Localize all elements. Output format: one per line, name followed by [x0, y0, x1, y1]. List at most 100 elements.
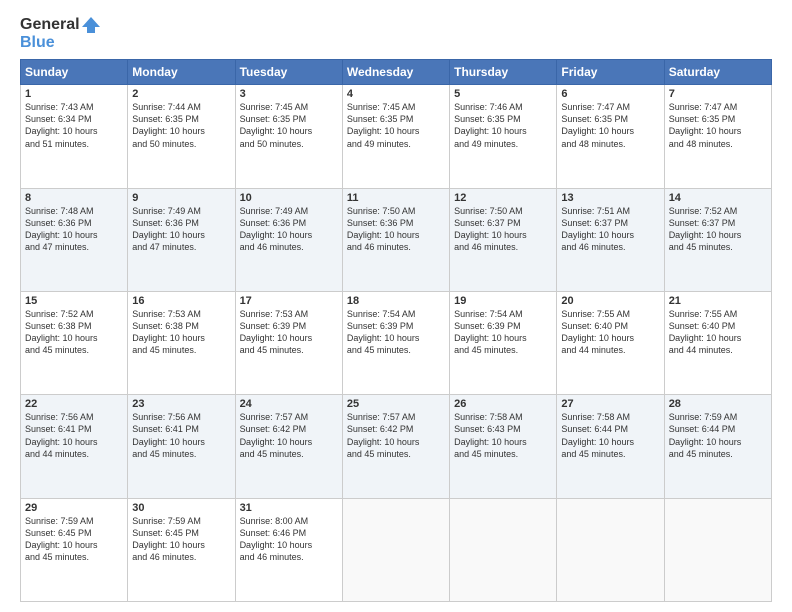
week-row-3: 15Sunrise: 7:52 AM Sunset: 6:38 PM Dayli…	[21, 291, 772, 394]
calendar-cell: 9Sunrise: 7:49 AM Sunset: 6:36 PM Daylig…	[128, 188, 235, 291]
day-number: 30	[132, 502, 230, 514]
days-of-week-row: SundayMondayTuesdayWednesdayThursdayFrid…	[21, 60, 772, 85]
calendar-cell: 20Sunrise: 7:55 AM Sunset: 6:40 PM Dayli…	[557, 291, 664, 394]
calendar-cell: 31Sunrise: 8:00 AM Sunset: 6:46 PM Dayli…	[235, 498, 342, 601]
day-info: Sunrise: 7:58 AM Sunset: 6:44 PM Dayligh…	[561, 411, 659, 460]
calendar-cell: 17Sunrise: 7:53 AM Sunset: 6:39 PM Dayli…	[235, 291, 342, 394]
calendar-cell: 23Sunrise: 7:56 AM Sunset: 6:41 PM Dayli…	[128, 395, 235, 498]
day-info: Sunrise: 7:45 AM Sunset: 6:35 PM Dayligh…	[240, 101, 338, 150]
day-number: 4	[347, 88, 445, 100]
day-info: Sunrise: 7:57 AM Sunset: 6:42 PM Dayligh…	[240, 411, 338, 460]
day-number: 26	[454, 398, 552, 410]
day-info: Sunrise: 7:51 AM Sunset: 6:37 PM Dayligh…	[561, 205, 659, 254]
day-number: 2	[132, 88, 230, 100]
week-row-2: 8Sunrise: 7:48 AM Sunset: 6:36 PM Daylig…	[21, 188, 772, 291]
day-info: Sunrise: 7:43 AM Sunset: 6:34 PM Dayligh…	[25, 101, 123, 150]
day-number: 5	[454, 88, 552, 100]
calendar-cell: 25Sunrise: 7:57 AM Sunset: 6:42 PM Dayli…	[342, 395, 449, 498]
day-number: 31	[240, 502, 338, 514]
day-info: Sunrise: 7:44 AM Sunset: 6:35 PM Dayligh…	[132, 101, 230, 150]
calendar-cell	[342, 498, 449, 601]
day-info: Sunrise: 7:53 AM Sunset: 6:38 PM Dayligh…	[132, 308, 230, 357]
calendar-cell: 3Sunrise: 7:45 AM Sunset: 6:35 PM Daylig…	[235, 85, 342, 188]
calendar-cell	[664, 498, 771, 601]
dow-header-thursday: Thursday	[450, 60, 557, 85]
calendar-cell: 8Sunrise: 7:48 AM Sunset: 6:36 PM Daylig…	[21, 188, 128, 291]
calendar-cell: 24Sunrise: 7:57 AM Sunset: 6:42 PM Dayli…	[235, 395, 342, 498]
calendar-body: 1Sunrise: 7:43 AM Sunset: 6:34 PM Daylig…	[21, 85, 772, 602]
day-number: 16	[132, 295, 230, 307]
day-number: 24	[240, 398, 338, 410]
day-number: 29	[25, 502, 123, 514]
day-number: 10	[240, 192, 338, 204]
logo: General Blue	[20, 16, 100, 51]
day-number: 28	[669, 398, 767, 410]
day-info: Sunrise: 8:00 AM Sunset: 6:46 PM Dayligh…	[240, 515, 338, 564]
calendar-cell: 12Sunrise: 7:50 AM Sunset: 6:37 PM Dayli…	[450, 188, 557, 291]
day-number: 12	[454, 192, 552, 204]
day-number: 11	[347, 192, 445, 204]
week-row-4: 22Sunrise: 7:56 AM Sunset: 6:41 PM Dayli…	[21, 395, 772, 498]
dow-header-tuesday: Tuesday	[235, 60, 342, 85]
week-row-1: 1Sunrise: 7:43 AM Sunset: 6:34 PM Daylig…	[21, 85, 772, 188]
page: General Blue SundayMondayTuesdayWednesda…	[0, 0, 792, 612]
day-info: Sunrise: 7:56 AM Sunset: 6:41 PM Dayligh…	[25, 411, 123, 460]
day-number: 21	[669, 295, 767, 307]
day-info: Sunrise: 7:47 AM Sunset: 6:35 PM Dayligh…	[561, 101, 659, 150]
day-info: Sunrise: 7:45 AM Sunset: 6:35 PM Dayligh…	[347, 101, 445, 150]
calendar-cell: 5Sunrise: 7:46 AM Sunset: 6:35 PM Daylig…	[450, 85, 557, 188]
calendar-cell	[450, 498, 557, 601]
day-number: 25	[347, 398, 445, 410]
calendar-cell: 2Sunrise: 7:44 AM Sunset: 6:35 PM Daylig…	[128, 85, 235, 188]
calendar-cell: 30Sunrise: 7:59 AM Sunset: 6:45 PM Dayli…	[128, 498, 235, 601]
calendar-cell: 21Sunrise: 7:55 AM Sunset: 6:40 PM Dayli…	[664, 291, 771, 394]
dow-header-friday: Friday	[557, 60, 664, 85]
calendar-cell: 16Sunrise: 7:53 AM Sunset: 6:38 PM Dayli…	[128, 291, 235, 394]
day-info: Sunrise: 7:49 AM Sunset: 6:36 PM Dayligh…	[132, 205, 230, 254]
day-info: Sunrise: 7:56 AM Sunset: 6:41 PM Dayligh…	[132, 411, 230, 460]
day-info: Sunrise: 7:52 AM Sunset: 6:37 PM Dayligh…	[669, 205, 767, 254]
calendar-table: SundayMondayTuesdayWednesdayThursdayFrid…	[20, 59, 772, 602]
day-number: 19	[454, 295, 552, 307]
day-info: Sunrise: 7:46 AM Sunset: 6:35 PM Dayligh…	[454, 101, 552, 150]
day-number: 6	[561, 88, 659, 100]
day-info: Sunrise: 7:59 AM Sunset: 6:45 PM Dayligh…	[132, 515, 230, 564]
calendar-cell: 14Sunrise: 7:52 AM Sunset: 6:37 PM Dayli…	[664, 188, 771, 291]
day-info: Sunrise: 7:50 AM Sunset: 6:36 PM Dayligh…	[347, 205, 445, 254]
calendar-cell: 11Sunrise: 7:50 AM Sunset: 6:36 PM Dayli…	[342, 188, 449, 291]
day-number: 20	[561, 295, 659, 307]
calendar-cell	[557, 498, 664, 601]
day-number: 22	[25, 398, 123, 410]
day-info: Sunrise: 7:55 AM Sunset: 6:40 PM Dayligh…	[561, 308, 659, 357]
day-info: Sunrise: 7:57 AM Sunset: 6:42 PM Dayligh…	[347, 411, 445, 460]
day-number: 8	[25, 192, 123, 204]
day-number: 27	[561, 398, 659, 410]
day-info: Sunrise: 7:52 AM Sunset: 6:38 PM Dayligh…	[25, 308, 123, 357]
day-number: 9	[132, 192, 230, 204]
calendar-cell: 4Sunrise: 7:45 AM Sunset: 6:35 PM Daylig…	[342, 85, 449, 188]
day-number: 7	[669, 88, 767, 100]
dow-header-monday: Monday	[128, 60, 235, 85]
day-info: Sunrise: 7:59 AM Sunset: 6:44 PM Dayligh…	[669, 411, 767, 460]
calendar-cell: 27Sunrise: 7:58 AM Sunset: 6:44 PM Dayli…	[557, 395, 664, 498]
calendar-cell: 29Sunrise: 7:59 AM Sunset: 6:45 PM Dayli…	[21, 498, 128, 601]
day-number: 1	[25, 88, 123, 100]
calendar-cell: 19Sunrise: 7:54 AM Sunset: 6:39 PM Dayli…	[450, 291, 557, 394]
calendar-cell: 7Sunrise: 7:47 AM Sunset: 6:35 PM Daylig…	[664, 85, 771, 188]
day-number: 23	[132, 398, 230, 410]
day-number: 3	[240, 88, 338, 100]
day-info: Sunrise: 7:53 AM Sunset: 6:39 PM Dayligh…	[240, 308, 338, 357]
day-info: Sunrise: 7:47 AM Sunset: 6:35 PM Dayligh…	[669, 101, 767, 150]
calendar-cell: 10Sunrise: 7:49 AM Sunset: 6:36 PM Dayli…	[235, 188, 342, 291]
calendar-cell: 28Sunrise: 7:59 AM Sunset: 6:44 PM Dayli…	[664, 395, 771, 498]
calendar-cell: 6Sunrise: 7:47 AM Sunset: 6:35 PM Daylig…	[557, 85, 664, 188]
week-row-5: 29Sunrise: 7:59 AM Sunset: 6:45 PM Dayli…	[21, 498, 772, 601]
day-info: Sunrise: 7:50 AM Sunset: 6:37 PM Dayligh…	[454, 205, 552, 254]
day-info: Sunrise: 7:58 AM Sunset: 6:43 PM Dayligh…	[454, 411, 552, 460]
day-info: Sunrise: 7:59 AM Sunset: 6:45 PM Dayligh…	[25, 515, 123, 564]
calendar-cell: 13Sunrise: 7:51 AM Sunset: 6:37 PM Dayli…	[557, 188, 664, 291]
day-number: 18	[347, 295, 445, 307]
calendar-cell: 18Sunrise: 7:54 AM Sunset: 6:39 PM Dayli…	[342, 291, 449, 394]
day-number: 15	[25, 295, 123, 307]
calendar-cell: 15Sunrise: 7:52 AM Sunset: 6:38 PM Dayli…	[21, 291, 128, 394]
